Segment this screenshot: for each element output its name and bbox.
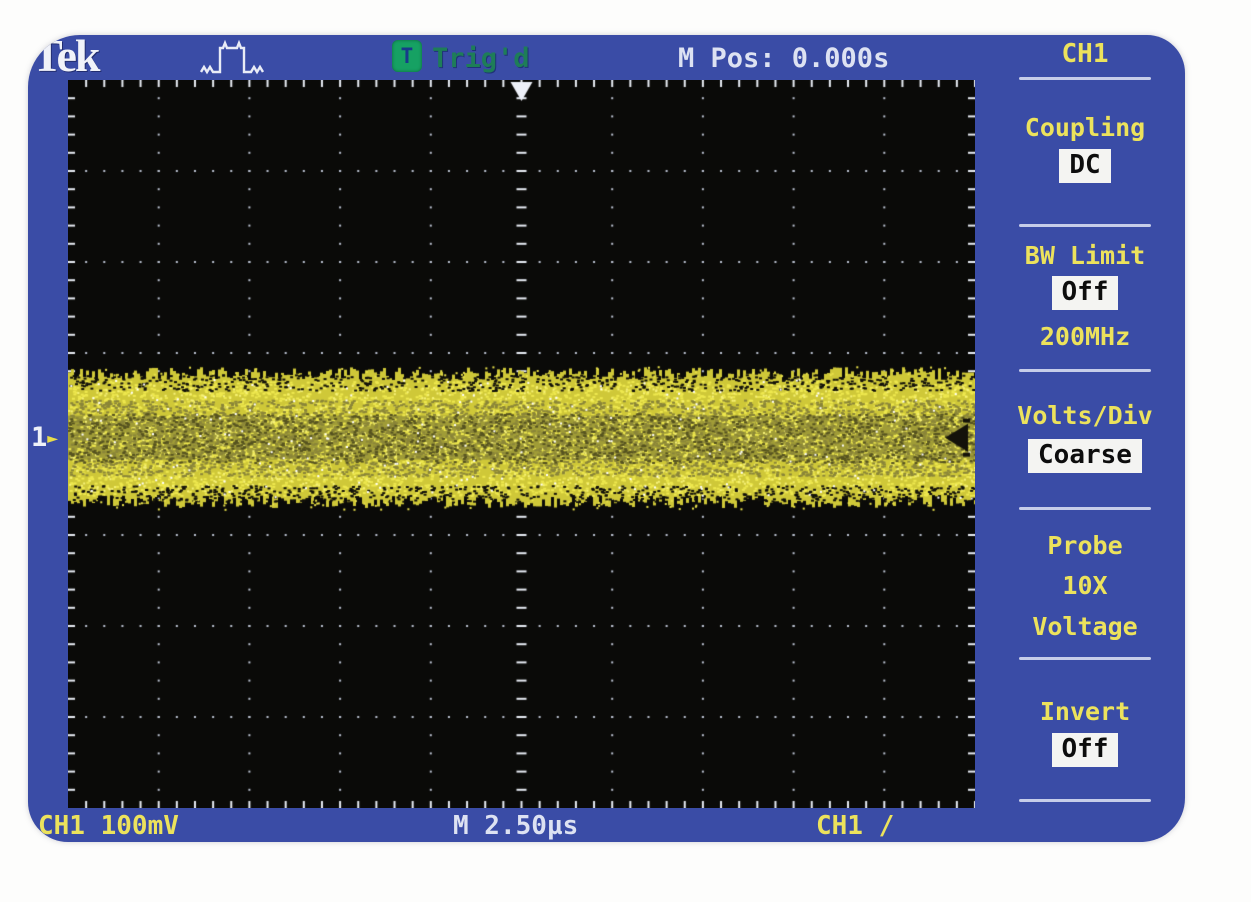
- menu-label-volts-div: Volts/Div: [985, 401, 1185, 430]
- menu-label-coupling: Coupling: [985, 113, 1185, 142]
- horizontal-position-readout: M Pos: 0.000s: [678, 43, 889, 74]
- menu-divider: [1019, 77, 1151, 80]
- menu-divider: [1019, 799, 1151, 802]
- pulse-waveform-icon: [198, 39, 290, 85]
- oscilloscope-bezel: Tek T Trig'd M Pos: 0.000s 1► CH1 Coupli…: [28, 35, 1185, 842]
- status-bar: CH1 100mV M 2.50µs CH1 ∕ 0.00V: [28, 809, 985, 842]
- channel1-marker-arrow-icon: ►: [47, 428, 58, 449]
- trigger-level: 0.00V: [816, 841, 894, 842]
- menu-label-invert: Invert: [985, 697, 1185, 726]
- trigger-icon: T: [392, 40, 422, 72]
- menu-divider: [1019, 507, 1151, 510]
- tek-logo: Tek: [32, 35, 98, 82]
- menu-divider: [1019, 369, 1151, 372]
- channel1-scale-readout: CH1 100mV: [38, 811, 179, 841]
- menu-label-probe: Probe: [985, 531, 1185, 560]
- screenshot-frame: Tek T Trig'd M Pos: 0.000s 1► CH1 Coupli…: [0, 0, 1251, 902]
- probe-attenuation-value[interactable]: 10X: [985, 571, 1185, 600]
- menu-detail-bandwidth: 200MHz: [985, 322, 1185, 351]
- probe-measure-type[interactable]: Voltage: [985, 612, 1185, 641]
- bw-limit-value-button[interactable]: Off: [1052, 276, 1119, 310]
- volts-div-value-button[interactable]: Coarse: [1028, 439, 1142, 473]
- trigger-status: Trig'd: [432, 43, 530, 74]
- menu-divider: [1019, 657, 1151, 660]
- trigger-readout: CH1 ∕ 0.00V: [816, 811, 985, 842]
- trigger-source: CH1: [816, 811, 863, 841]
- soft-menu-panel: CH1 Coupling DC BW Limit Off 200MHz Volt…: [985, 35, 1185, 842]
- trigger-icon-letter: T: [401, 44, 414, 68]
- invert-value-button[interactable]: Off: [1052, 733, 1119, 767]
- channel1-marker-number: 1: [31, 422, 47, 453]
- channel1-position-marker: 1►: [31, 424, 58, 451]
- menu-title-ch1: CH1: [985, 39, 1185, 69]
- coupling-value-button[interactable]: DC: [1059, 149, 1110, 183]
- timebase-readout: M 2.50µs: [453, 811, 578, 841]
- menu-divider: [1019, 224, 1151, 227]
- trigger-slope-icon: ∕: [879, 811, 895, 841]
- menu-label-bw-limit: BW Limit: [985, 241, 1185, 270]
- waveform-display: [68, 80, 975, 808]
